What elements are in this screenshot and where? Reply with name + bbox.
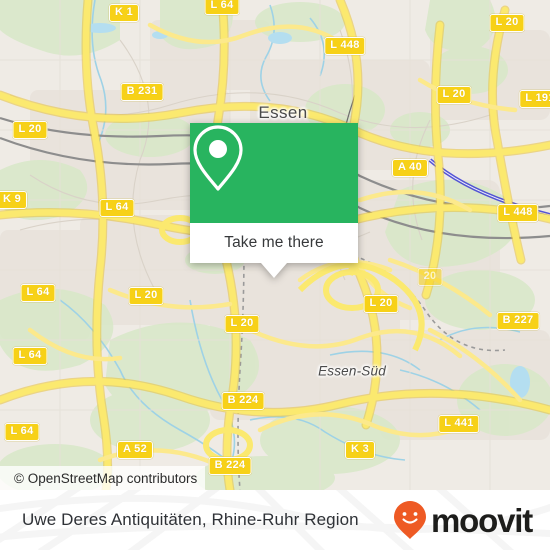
osm-attribution[interactable]: © OpenStreetMap contributors bbox=[0, 466, 206, 490]
road-shield: L 64 bbox=[4, 423, 40, 441]
road-shield: B 227 bbox=[496, 312, 540, 330]
popup-pointer bbox=[261, 263, 287, 278]
road-shield: A 52 bbox=[116, 441, 154, 459]
road-shield: L 20 bbox=[363, 295, 399, 313]
osm-attribution-text: © OpenStreetMap contributors bbox=[14, 470, 198, 486]
page-title: Uwe Deres Antiquitäten, Rhine-Ruhr Regio… bbox=[22, 510, 359, 529]
road-shield: A 40 bbox=[391, 159, 429, 177]
map-canvas[interactable]: K 1 L 64 L 448 L 20 L 20 L 191 B 231 L 20 A 40 L … bbox=[0, 0, 550, 490]
road-shield: L 448 bbox=[324, 37, 366, 55]
road-shield: L 191 bbox=[519, 90, 550, 108]
moovit-logo[interactable]: moovit bbox=[393, 500, 533, 540]
map-pin-icon bbox=[193, 125, 243, 191]
road-shield: 20 bbox=[417, 268, 443, 286]
take-me-there-label: Take me there bbox=[224, 234, 324, 251]
popup-header bbox=[190, 123, 358, 223]
road-shield: L 64 bbox=[12, 347, 48, 365]
road-shield: L 64 bbox=[204, 0, 240, 15]
take-me-there-button[interactable]: Take me there bbox=[190, 223, 358, 263]
road-shield: B 231 bbox=[120, 83, 164, 101]
moovit-wordmark: moovit bbox=[431, 501, 533, 539]
road-shield: K 1 bbox=[108, 4, 140, 22]
road-shield: B 224 bbox=[221, 392, 265, 410]
road-shield: L 64 bbox=[20, 284, 56, 302]
place-label-suburb: Essen-Süd bbox=[318, 363, 386, 379]
footer-bar: Uwe Deres Antiquitäten, Rhine-Ruhr Regio… bbox=[0, 490, 550, 550]
road-shield: L 20 bbox=[224, 315, 260, 333]
road-shield: L 448 bbox=[497, 204, 539, 222]
location-popup[interactable]: Take me there bbox=[190, 123, 358, 278]
road-shield: B 224 bbox=[208, 457, 252, 475]
road-shield: K 9 bbox=[0, 191, 28, 209]
place-label-city: Essen bbox=[258, 103, 308, 122]
road-shield: L 20 bbox=[12, 121, 48, 139]
road-shield: L 20 bbox=[128, 287, 164, 305]
moovit-smiley-pin-icon bbox=[394, 501, 427, 539]
road-shield: L 441 bbox=[438, 415, 480, 433]
road-shield: L 20 bbox=[436, 86, 472, 104]
road-shield: K 3 bbox=[344, 441, 376, 459]
road-shield: L 20 bbox=[489, 14, 525, 32]
road-shield: L 64 bbox=[99, 199, 135, 217]
map-page: K 1 L 64 L 448 L 20 L 20 L 191 B 231 L 20 A 40 L … bbox=[0, 0, 550, 550]
